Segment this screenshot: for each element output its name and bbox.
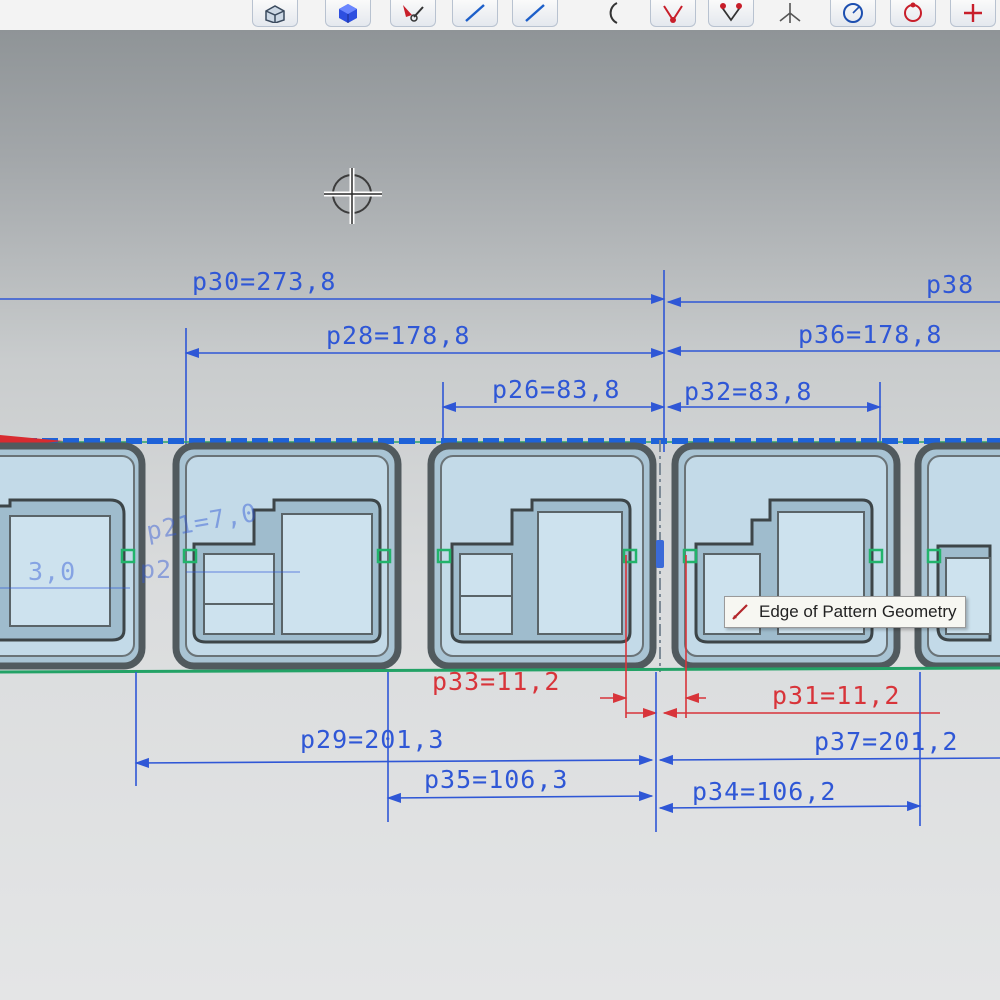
circle-point-tool-button[interactable] <box>890 0 936 27</box>
dim-p31[interactable]: p31=11,2 <box>772 681 900 710</box>
axis-handle[interactable] <box>656 540 664 568</box>
part-5[interactable] <box>914 442 1000 670</box>
dim-p38[interactable]: p38 <box>926 270 974 299</box>
solid-cube-icon <box>339 4 357 23</box>
drawing-canvas[interactable]: p30=273,8 p38 p28=178,8 p36=178,8 p26=83… <box>0 30 1000 1000</box>
crosshair-cursor-icon <box>324 168 382 224</box>
dim-p32[interactable]: p32=83,8 <box>684 377 812 406</box>
triangle-constraint-icon <box>720 3 742 22</box>
sketch-tool-icon <box>403 5 424 22</box>
point-constraint-icon <box>663 5 683 23</box>
edge-icon <box>732 604 748 620</box>
line-tool-button[interactable] <box>452 0 498 27</box>
box-view-icon <box>265 5 285 23</box>
arc-tool-icon <box>609 2 618 24</box>
part-1[interactable] <box>0 442 146 670</box>
dim-p29[interactable]: p29=201,3 <box>300 725 444 754</box>
sketch-drawing: p30=273,8 p38 p28=178,8 p36=178,8 p26=83… <box>0 168 1000 832</box>
dim-p26[interactable]: p26=83,8 <box>492 375 620 404</box>
triangle-constraint-button[interactable] <box>708 0 754 27</box>
add-button[interactable] <box>950 0 996 27</box>
add-icon <box>964 4 982 22</box>
dim-p21b[interactable]: p2 <box>140 555 172 584</box>
dim-p36[interactable]: p36=178,8 <box>798 320 942 349</box>
sketch-tool-button[interactable] <box>390 0 436 27</box>
line-tool-2-button[interactable] <box>512 0 558 27</box>
dim-p28[interactable]: p28=178,8 <box>326 321 470 350</box>
line-tool-icon <box>525 4 545 22</box>
part-4[interactable] <box>671 442 901 670</box>
tooltip-text: Edge of Pattern Geometry <box>759 602 957 621</box>
dim-left-partial[interactable]: 3,0 <box>28 557 76 586</box>
circle-tool-icon <box>843 3 863 23</box>
dim-p33[interactable]: p33=11,2 <box>432 667 560 696</box>
point-constraint-button[interactable] <box>650 0 696 27</box>
part-3[interactable] <box>427 442 657 670</box>
box-view-button[interactable] <box>252 0 298 27</box>
dim-p34[interactable]: p34=106,2 <box>692 777 836 806</box>
dim-p35[interactable]: p35=106,3 <box>424 765 568 794</box>
axis-icon <box>779 3 801 23</box>
dim-p37[interactable]: p37=201,2 <box>814 727 958 756</box>
part-2[interactable] <box>172 442 402 670</box>
dim-p30[interactable]: p30=273,8 <box>192 267 336 296</box>
tooltip: Edge of Pattern Geometry <box>724 596 966 628</box>
circle-tool-button[interactable] <box>830 0 876 27</box>
solid-cube-button[interactable] <box>325 0 371 27</box>
line-tool-icon <box>465 4 485 22</box>
arc-tool-button[interactable] <box>588 0 632 26</box>
axis-button[interactable] <box>768 0 812 26</box>
toolbar <box>0 0 1000 31</box>
circle-point-tool-icon <box>904 2 922 22</box>
